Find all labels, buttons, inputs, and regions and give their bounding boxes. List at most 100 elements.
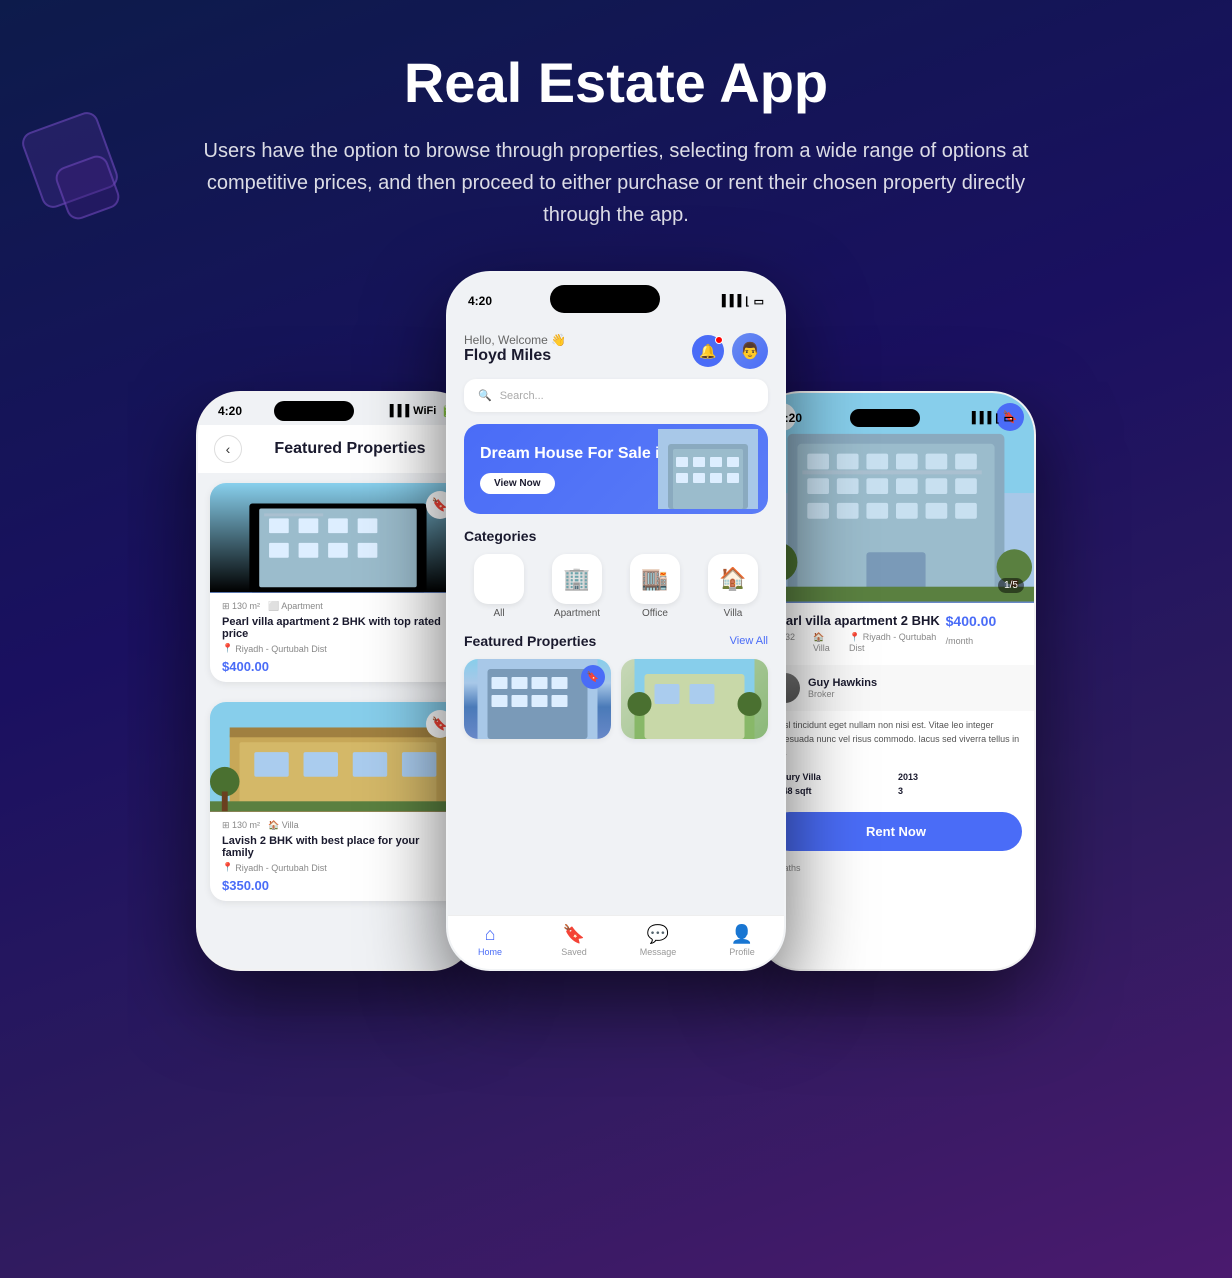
banner-image bbox=[658, 429, 758, 509]
property-2-location: 📍 Riyadh - Qurtubah Dist bbox=[222, 862, 450, 873]
villa-category-icon: 🏠 bbox=[708, 554, 758, 604]
notification-dot bbox=[715, 336, 723, 344]
left-status-icons: ▐▐▐ WiFi 🔋 bbox=[386, 405, 454, 418]
center-signal-icon: ▐▐▐ bbox=[718, 295, 741, 307]
featured-card-1[interactable]: 🔖 bbox=[464, 659, 611, 739]
area-2-icon: ⊞ 130 m² bbox=[222, 820, 260, 831]
left-dynamic-island bbox=[274, 401, 354, 421]
rent-now-button[interactable]: Rent Now bbox=[770, 812, 1022, 851]
building-illustration-1 bbox=[210, 483, 462, 593]
property-details-grid: Luxury Villa 2013 1,548 sqft 3 bbox=[758, 768, 1034, 804]
featured-building-2-svg bbox=[621, 659, 768, 739]
villa-category-label: Villa bbox=[698, 608, 768, 619]
categories-section-title: Categories bbox=[448, 528, 784, 544]
phones-showcase: 4:20 ▐▐▐ WiFi 🔋 ‹ Featured Properties bbox=[0, 271, 1232, 1031]
broker-info: Guy Hawkins Broker bbox=[808, 677, 877, 699]
detail-rooms-value: 3 bbox=[898, 786, 903, 796]
nav-home[interactable]: ⌂ Home bbox=[448, 924, 532, 957]
property-2-info: ⊞ 130 m² 🏠 Villa Lavish 2 BHK with best … bbox=[210, 812, 462, 901]
category-office[interactable]: 🏬 Office bbox=[620, 554, 690, 619]
view-all-link[interactable]: View All bbox=[730, 635, 768, 647]
baths-info: 2 Baths bbox=[758, 859, 1034, 877]
property-2-meta: ⊞ 130 m² 🏠 Villa bbox=[222, 820, 450, 831]
property-card-1[interactable]: 🔖 ⊞ 130 m² ⬜ Apartment Pearl villa apart… bbox=[210, 483, 462, 682]
property-1-title: Pearl villa apartment 2 BHK with top rat… bbox=[222, 616, 450, 640]
category-villa[interactable]: 🏠 Villa bbox=[698, 554, 768, 619]
wifi-icon: WiFi bbox=[413, 405, 436, 417]
right-battery-icon: ▭ bbox=[1004, 412, 1014, 425]
right-wifi-icon: ⌊ bbox=[995, 412, 999, 425]
property-1-location: 📍 Riyadh - Qurtubah Dist bbox=[222, 643, 450, 654]
message-nav-label: Message bbox=[616, 947, 700, 957]
right-status-icons: ▐▐▐ ⌊ ▭ bbox=[968, 412, 1014, 425]
featured-section-title: Featured Properties bbox=[464, 633, 596, 649]
property-card-2[interactable]: 🔖 ⊞ 130 m² 🏠 Villa Lavish 2 BHK with bes… bbox=[210, 702, 462, 901]
notification-button[interactable]: 🔔 bbox=[692, 335, 724, 367]
property-description: s nisl tincidunt eget nullam non nisi es… bbox=[758, 711, 1034, 768]
featured-card-2[interactable] bbox=[621, 659, 768, 739]
center-time: 4:20 bbox=[468, 294, 492, 308]
right-prop-title-text: Pearl villa apartment 2 BHK ⊞ 132 m² 🏠 V… bbox=[770, 613, 946, 661]
location-detail: 📍 Riyadh - Qurtubah Dist bbox=[849, 632, 946, 653]
featured-section-header: Featured Properties View All bbox=[448, 633, 784, 649]
back-button[interactable]: ‹ bbox=[214, 435, 242, 463]
right-prop-title-row: Pearl villa apartment 2 BHK ⊞ 132 m² 🏠 V… bbox=[758, 603, 1034, 665]
nav-message[interactable]: 💬 Message bbox=[616, 924, 700, 957]
center-status-icons: ▐▐▐ ⌊ ▭ bbox=[718, 295, 764, 308]
type-icon: ⬜ Apartment bbox=[268, 601, 323, 612]
apartment-category-label: Apartment bbox=[542, 608, 612, 619]
left-status-bar: 4:20 ▐▐▐ WiFi 🔋 bbox=[198, 393, 474, 425]
featured-properties-title: Featured Properties bbox=[242, 440, 458, 458]
property-image-1: 🔖 bbox=[210, 483, 462, 593]
saved-nav-label: Saved bbox=[532, 947, 616, 957]
apartment-category-icon: 🏢 bbox=[552, 554, 602, 604]
page-description: Users have the option to browse through … bbox=[200, 135, 1032, 231]
price-section: $400.00 /month bbox=[946, 613, 1022, 649]
category-all[interactable]: ⊞ All bbox=[464, 554, 534, 619]
detail-rooms: 3 bbox=[898, 786, 1022, 796]
broker-name: Guy Hawkins bbox=[808, 677, 877, 689]
page-title: Real Estate App bbox=[200, 50, 1032, 115]
signal-icon: ▐▐▐ bbox=[386, 405, 409, 417]
property-image-2: 🔖 bbox=[210, 702, 462, 812]
nav-profile[interactable]: 👤 Profile bbox=[700, 924, 784, 957]
detail-year: 2013 bbox=[898, 772, 1022, 782]
detail-type: Luxury Villa bbox=[770, 772, 894, 782]
header-actions: 🔔 👨 bbox=[692, 333, 768, 369]
property-detail-meta: ⊞ 132 m² 🏠 Villa 📍 Riyadh - Qurtubah Dis… bbox=[770, 632, 946, 653]
right-dynamic-island bbox=[850, 409, 920, 427]
header-section: Real Estate App Users have the option to… bbox=[0, 0, 1232, 271]
type-detail: 🏠 Villa bbox=[813, 632, 841, 653]
broker-section: Guy Hawkins Broker bbox=[758, 665, 1034, 711]
saved-nav-icon: 🔖 bbox=[532, 924, 616, 945]
broker-role: Broker bbox=[808, 689, 877, 699]
view-now-button[interactable]: View Now bbox=[480, 473, 555, 494]
image-counter: 1/5 bbox=[998, 578, 1024, 593]
right-status-bar: 4:20 ▐▐▐ ⌊ ▭ bbox=[758, 401, 1034, 431]
property-price: $400.00 bbox=[946, 613, 997, 629]
all-category-label: All bbox=[464, 608, 534, 619]
featured-card-1-save[interactable]: 🔖 bbox=[581, 665, 605, 689]
detail-year-value: 2013 bbox=[898, 772, 918, 782]
center-phone-header: Hello, Welcome 👋 Floyd Miles 🔔 👨 bbox=[448, 325, 784, 379]
left-phone-header: ‹ Featured Properties bbox=[198, 425, 474, 473]
center-status-bar: 4:20 ▐▐▐ ⌊ ▭ bbox=[448, 273, 784, 325]
categories-list: ⊞ All 🏢 Apartment 🏬 Office 🏠 Villa bbox=[448, 554, 784, 619]
building-illustration-2 bbox=[210, 702, 462, 812]
search-placeholder: Search... bbox=[500, 390, 544, 402]
left-phone-screen: 4:20 ▐▐▐ WiFi 🔋 ‹ Featured Properties bbox=[198, 393, 474, 969]
phone-main: 4:20 ▐▐▐ ⌊ ▭ Hello, Welcome 👋 Floyd Mile… bbox=[446, 271, 786, 971]
promo-banner[interactable]: Dream House For Sale in 20% View Now bbox=[464, 424, 768, 514]
property-detail-title: Pearl villa apartment 2 BHK bbox=[770, 613, 946, 628]
user-info: Hello, Welcome 👋 Floyd Miles bbox=[464, 333, 566, 365]
search-bar[interactable]: 🔍 Search... bbox=[464, 379, 768, 412]
right-signal-icon: ▐▐▐ bbox=[968, 412, 991, 424]
center-phone-screen: 4:20 ▐▐▐ ⌊ ▭ Hello, Welcome 👋 Floyd Mile… bbox=[448, 273, 784, 969]
nav-saved[interactable]: 🔖 Saved bbox=[532, 924, 616, 957]
category-apartment[interactable]: 🏢 Apartment bbox=[542, 554, 612, 619]
message-nav-icon: 💬 bbox=[616, 924, 700, 945]
price-period: /month bbox=[946, 636, 974, 646]
property-1-info: ⊞ 130 m² ⬜ Apartment Pearl villa apartme… bbox=[210, 593, 462, 682]
area-icon: ⊞ 130 m² bbox=[222, 601, 260, 612]
user-avatar[interactable]: 👨 bbox=[732, 333, 768, 369]
